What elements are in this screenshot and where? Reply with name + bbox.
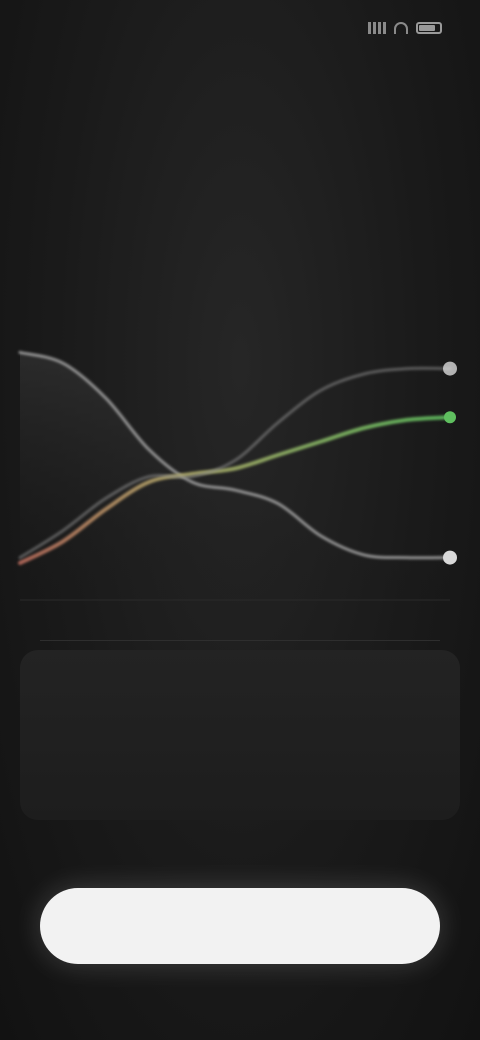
- wifi-icon: [394, 22, 408, 34]
- chart-series-end-point-1: [444, 411, 456, 424]
- continue-button[interactable]: [40, 888, 440, 964]
- chart-svg: [18, 350, 457, 610]
- section-divider: [40, 640, 440, 641]
- status-bar: [0, 0, 480, 60]
- chart-area-fill: [20, 352, 450, 610]
- chart-series-end-point-2: [443, 361, 457, 376]
- battery-icon: [416, 22, 442, 34]
- status-icons: [366, 22, 442, 34]
- onboarding-screen: [0, 0, 480, 1040]
- comparison-chart: [0, 300, 480, 630]
- cellular-signal-icon: [366, 22, 386, 34]
- info-card: [20, 650, 460, 820]
- chart-series-end-point-0: [443, 550, 457, 565]
